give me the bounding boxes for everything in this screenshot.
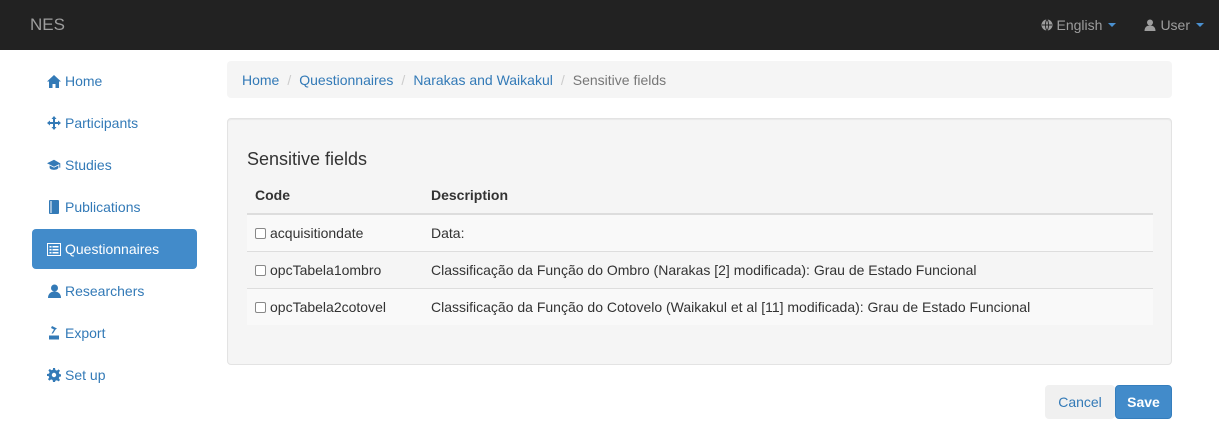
code-cell: opcTabela2cotovel xyxy=(247,287,423,325)
code-cell: opcTabela1ombro xyxy=(247,250,423,288)
table-header-row: Code Description xyxy=(247,177,1153,215)
breadcrumb-separator: / xyxy=(560,71,565,88)
navbar-right: English User xyxy=(1013,0,1204,50)
sidebar-item-label: Set up xyxy=(65,367,106,383)
save-button[interactable]: Save xyxy=(1115,385,1172,419)
sidebar-item-setup[interactable]: Set up xyxy=(32,355,197,395)
sidebar-nav: Home Participants Studies Publications Q… xyxy=(32,61,197,397)
description-cell: Classificação da Função do Ombro (Naraka… xyxy=(423,250,1153,288)
home-icon xyxy=(47,74,61,88)
sidebar-item-participants[interactable]: Participants xyxy=(32,103,197,143)
list-alt-icon xyxy=(47,242,61,256)
sensitive-fields-table: Code Description acquisitiondate Data: o… xyxy=(247,177,1153,325)
top-navbar: NES English User xyxy=(0,0,1219,50)
breadcrumb-home[interactable]: Home xyxy=(242,72,279,88)
table-row: opcTabela1ombro Classificação da Função … xyxy=(247,250,1153,288)
sidebar-item-publications[interactable]: Publications xyxy=(32,187,197,227)
sidebar-item-researchers[interactable]: Researchers xyxy=(32,271,197,311)
language-dropdown[interactable]: English xyxy=(1041,17,1117,33)
language-label: English xyxy=(1056,17,1103,33)
chevron-down-icon xyxy=(1108,23,1117,27)
sidebar-item-label: Researchers xyxy=(65,283,145,299)
brand-link[interactable]: NES xyxy=(30,15,65,35)
breadcrumb: Home / Questionnaires / Narakas and Waik… xyxy=(227,61,1172,98)
breadcrumb-questionnaire[interactable]: Narakas and Waikakul xyxy=(413,72,553,88)
user-icon xyxy=(1144,19,1156,31)
chevron-down-icon xyxy=(1196,23,1204,27)
sidebar-item-label: Publications xyxy=(65,199,141,215)
breadcrumb-current: Sensitive fields xyxy=(572,71,667,88)
column-header-description: Description xyxy=(423,177,1153,215)
sidebar-item-label: Participants xyxy=(65,115,139,131)
sidebar-item-studies[interactable]: Studies xyxy=(32,145,197,185)
field-checkbox[interactable] xyxy=(255,301,266,313)
description-cell: Data: xyxy=(423,213,1153,251)
cancel-button[interactable]: Cancel xyxy=(1045,385,1115,419)
user-label: User xyxy=(1160,17,1190,33)
field-code: opcTabela2cotovel xyxy=(270,298,386,315)
sensitive-fields-panel: Sensitive fields Code Description acquis… xyxy=(227,118,1172,365)
code-cell: acquisitiondate xyxy=(247,213,423,251)
sidebar-item-label: Studies xyxy=(65,157,112,173)
table-row: opcTabela2cotovel Classificação da Funçã… xyxy=(247,287,1153,325)
sidebar-item-label: Export xyxy=(65,325,106,341)
field-checkbox[interactable] xyxy=(255,227,266,239)
column-header-code: Code xyxy=(247,177,423,215)
sidebar-item-label: Questionnaires xyxy=(65,241,160,257)
cog-icon xyxy=(47,368,61,382)
globe-icon xyxy=(1041,19,1053,31)
graduation-cap-icon xyxy=(47,158,61,172)
breadcrumb-separator: / xyxy=(287,71,292,88)
field-code: acquisitiondate xyxy=(270,224,364,241)
breadcrumb-questionnaires[interactable]: Questionnaires xyxy=(299,72,393,88)
user-dropdown[interactable]: User xyxy=(1144,17,1204,33)
field-checkbox[interactable] xyxy=(255,264,266,276)
move-icon xyxy=(47,116,61,130)
book-icon xyxy=(47,200,61,214)
breadcrumb-separator: / xyxy=(401,71,406,88)
export-icon xyxy=(47,326,61,340)
field-code: opcTabela1ombro xyxy=(270,261,382,278)
panel-title: Sensitive fields xyxy=(247,149,368,169)
description-cell: Classificação da Função do Cotovelo (Wai… xyxy=(423,287,1153,325)
sidebar-item-questionnaires[interactable]: Questionnaires xyxy=(32,229,197,269)
sidebar-item-label: Home xyxy=(65,73,103,89)
table-row: acquisitiondate Data: xyxy=(247,213,1153,251)
user-icon xyxy=(47,284,61,298)
sidebar-item-export[interactable]: Export xyxy=(32,313,197,353)
sidebar-item-home[interactable]: Home xyxy=(32,61,197,101)
